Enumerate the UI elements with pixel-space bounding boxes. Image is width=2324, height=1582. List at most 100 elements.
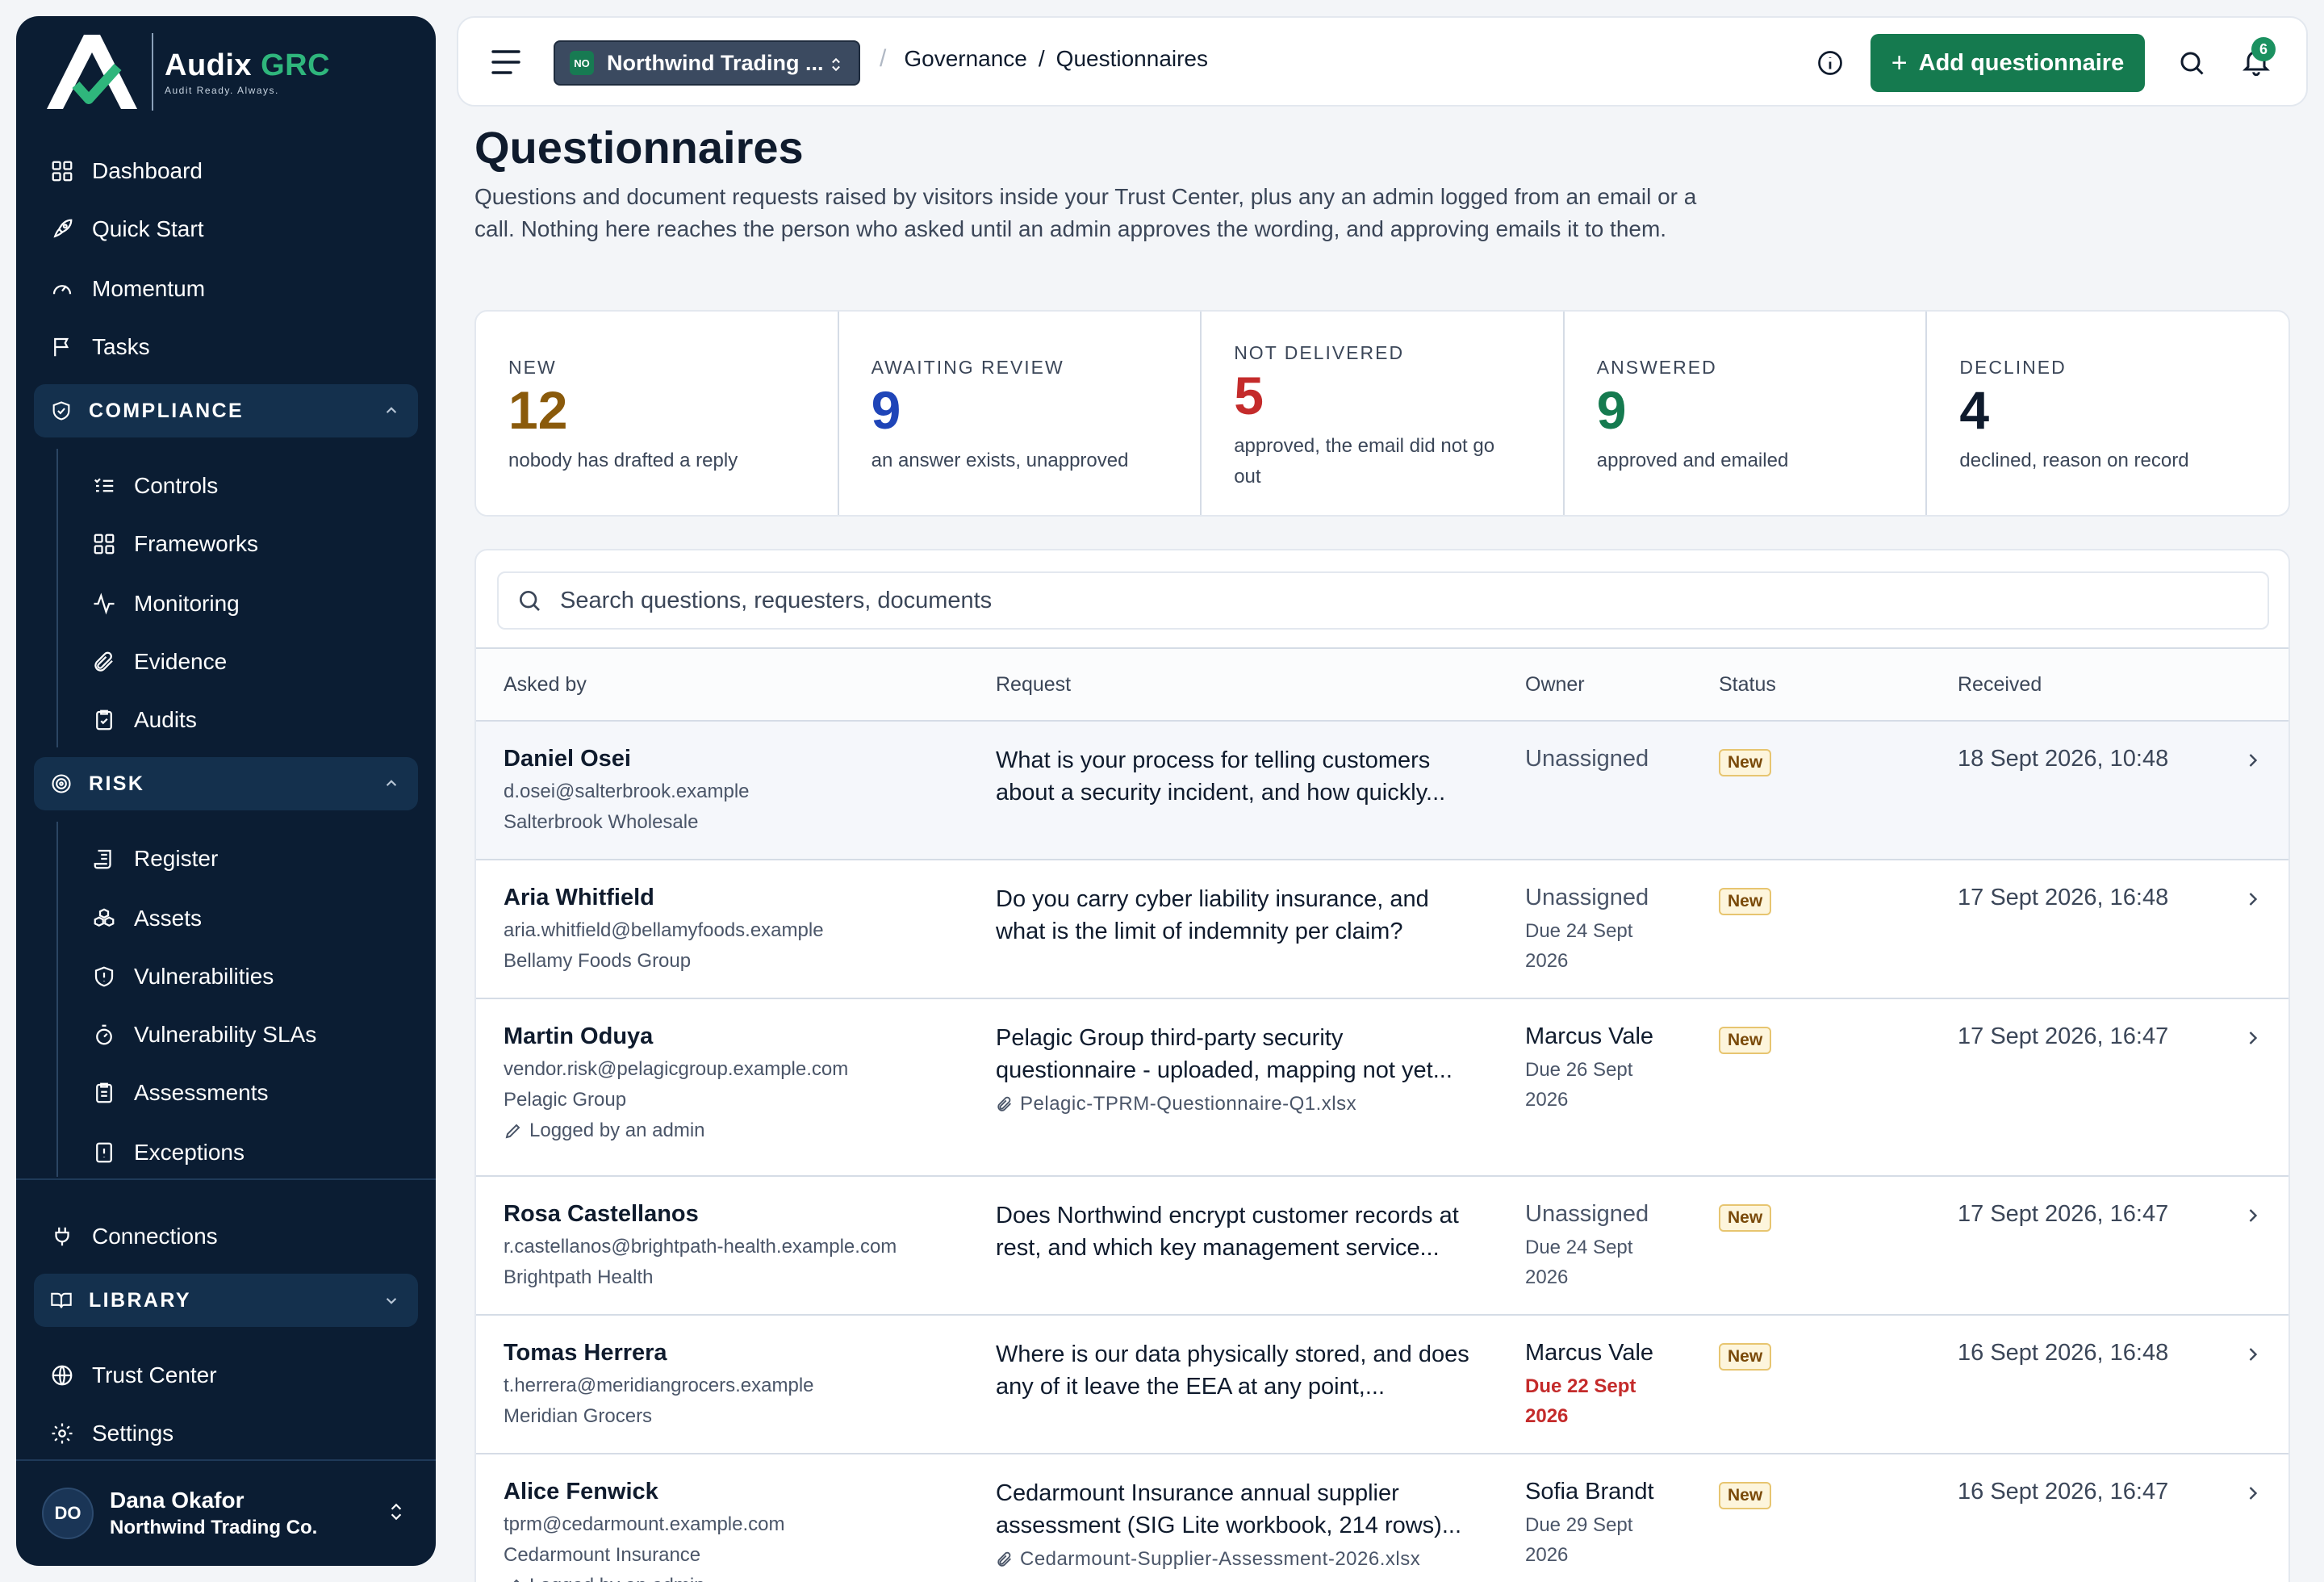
asker-org: Meridian Grocers [504,1405,653,1427]
sidebar-item-tasks[interactable]: Tasks [48,328,150,366]
stat-label: ANSWERED [1596,357,1717,378]
user-menu[interactable]: DO Dana Okafor Northwind Trading Co. [16,1461,436,1566]
shield-check-icon [48,398,74,424]
sidebar-item-trust-center[interactable]: Trust Center [48,1356,217,1395]
sidebar-item-assets[interactable]: Assets [90,899,202,938]
asker-org: Pelagic Group [504,1089,627,1111]
tree-line [56,449,58,747]
divider [16,1178,436,1180]
attachment[interactable]: Cedarmount-Supplier-Assessment-2026.xlsx [996,1548,1480,1571]
table-row[interactable]: Daniel Osei d.osei@salterbrook.example S… [476,722,2288,860]
chevrons-up-down-icon [832,57,840,72]
table-row[interactable]: Aria Whitfield aria.whitfield@bellamyfoo… [476,860,2288,999]
sidebar-item-frameworks[interactable]: Frameworks [90,525,258,563]
chevrons-up-down-icon [391,1503,402,1521]
sidebar-item-audits[interactable]: Audits [90,701,197,739]
owner-name: Marcus Vale [1525,1023,1654,1049]
timer-icon [90,1021,118,1048]
stat-declined[interactable]: DECLINED 4 declined, reason on record [1927,312,2288,515]
stat-value: 5 [1234,366,1264,425]
asker-email: vendor.risk@pelagicgroup.example.com [504,1058,849,1080]
sidebar-item-quick-start[interactable]: Quick Start [48,210,203,249]
sidebar-item-vulnerabilities[interactable]: Vulnerabilities [90,957,274,996]
chevron-right-icon[interactable] [2242,1343,2264,1366]
sidebar-item-controls[interactable]: Controls [90,467,218,505]
brand-name: Audix [165,48,253,82]
column-asked-by[interactable]: Asked by [504,673,587,697]
status-badge: New [1719,1204,1772,1232]
section-compliance-toggle[interactable]: COMPLIANCE [34,384,418,437]
tree-line [56,822,58,1177]
section-library-toggle[interactable]: LIBRARY [34,1274,418,1327]
chevron-up-icon [386,407,397,413]
request-text: Cedarmount Insurance annual supplier ass… [996,1480,1461,1538]
sidebar-item-register[interactable]: Register [90,839,218,878]
sidebar-item-connections[interactable]: Connections [48,1217,218,1256]
chevron-right-icon[interactable] [2242,1482,2264,1505]
chevron-right-icon[interactable] [2242,749,2264,772]
sidebar-item-label: Momentum [92,276,206,301]
search-input[interactable]: Search questions, requesters, documents [497,571,2269,630]
sidebar-item-label: Assets [134,906,203,931]
stat-not-delivered[interactable]: NOT DELIVERED 5 approved, the email did … [1202,312,1565,515]
sidebar-item-evidence[interactable]: Evidence [90,642,227,681]
paperclip-icon [997,1551,1011,1567]
asker-email: d.osei@salterbrook.example [504,781,750,802]
stat-caption: nobody has drafted a reply [508,450,738,471]
sidebar-item-label: Monitoring [134,591,240,616]
add-questionnaire-button[interactable]: + Add questionnaire [1870,34,2145,92]
info-icon[interactable] [1816,48,1845,77]
table-row[interactable]: Rosa Castellanos r.castellanos@brightpat… [476,1177,2288,1316]
sidebar-item-label: Settings [92,1421,174,1446]
owner-name: Unassigned [1525,746,1649,772]
audix-logo-icon [47,35,137,109]
stat-label: NEW [508,357,557,378]
sidebar-item-dashboard[interactable]: Dashboard [48,152,203,190]
column-request[interactable]: Request [996,673,1071,697]
sidebar-item-label: Dashboard [92,158,203,183]
sidebar-item-label: Quick Start [92,216,204,241]
stat-answered[interactable]: ANSWERED 9 approved and emailed [1565,312,1928,515]
add-questionnaire-label: Add questionnaire [1918,49,2125,76]
breadcrumb-governance[interactable]: Governance [904,46,1027,72]
due-date: Due 26 Sept 2026 [1525,1059,1633,1111]
sidebar-item-assessments[interactable]: Assessments [90,1074,269,1112]
chevron-right-icon[interactable] [2242,888,2264,910]
clipboard-list-icon [90,1079,118,1107]
stat-label: DECLINED [1959,357,2067,378]
chevron-right-icon[interactable] [2242,1204,2264,1227]
sidebar-item-label: Audits [134,707,197,732]
sidebar-item-monitoring[interactable]: Monitoring [90,584,240,623]
sidebar-item-label: Connections [92,1224,218,1249]
section-risk-toggle[interactable]: RISK [34,757,418,810]
received-date: 17 Sept 2026, 16:47 [1958,1023,2169,1049]
breadcrumb: / Governance / Questionnaires [880,45,1208,73]
search-icon[interactable] [2177,48,2206,77]
plus-icon: + [1891,47,1908,78]
activity-icon [90,590,118,617]
stat-value: 4 [1959,380,1990,440]
chevron-right-icon[interactable] [2242,1027,2264,1049]
column-status[interactable]: Status [1719,673,1776,697]
stat-new[interactable]: NEW 12 nobody has drafted a reply [476,312,839,515]
hamburger-menu-icon[interactable] [491,48,521,76]
sidebar-item-momentum[interactable]: Momentum [48,270,205,308]
attachment[interactable]: Pelagic-TPRM-Questionnaire-Q1.xlsx [996,1093,1480,1115]
org-badge: NO [570,51,594,75]
logged-by-admin-note: Logged by an admin [504,1575,785,1582]
sidebar-item-settings[interactable]: Settings [48,1414,173,1453]
table-row[interactable]: Alice Fenwick tprm@cedarmount.example.co… [476,1454,2288,1582]
table-row[interactable]: Martin Oduya vendor.risk@pelagicgroup.ex… [476,999,2288,1177]
sidebar-item-vulnerability-slas[interactable]: Vulnerability SLAs [90,1015,316,1054]
brand-logo[interactable]: Audix GRC Audit Ready. Always. [44,24,330,119]
owner-name: Sofia Brandt [1525,1479,1654,1505]
column-received[interactable]: Received [1958,673,2042,697]
notification-count-badge: 6 [2251,37,2276,61]
table-row[interactable]: Tomas Herrera t.herrera@meridiangrocers.… [476,1316,2288,1454]
user-org: Northwind Trading Co. [110,1517,318,1538]
stat-awaiting-review[interactable]: AWAITING REVIEW 9 an answer exists, unap… [839,312,1202,515]
org-switcher[interactable]: NO Northwind Trading ... [554,40,860,86]
sidebar-item-exceptions[interactable]: Exceptions [90,1133,245,1172]
column-owner[interactable]: Owner [1525,673,1585,697]
request-text: Where is our data physically stored, and… [996,1341,1469,1400]
